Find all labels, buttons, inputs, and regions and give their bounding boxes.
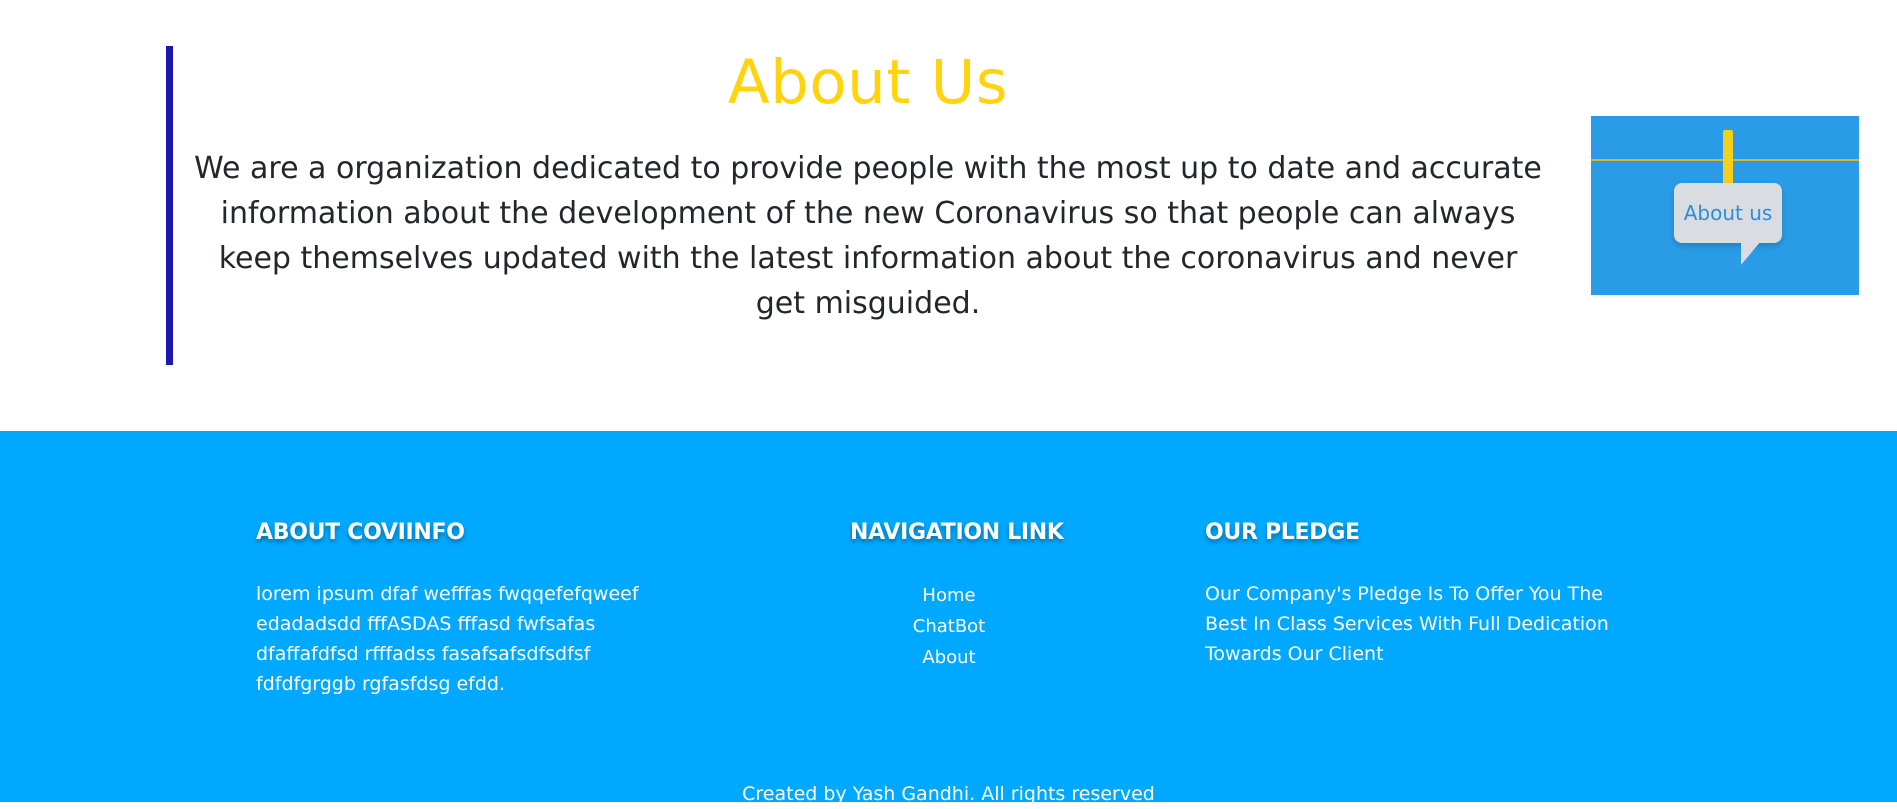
nav-link-chatbot[interactable]: ChatBot (850, 611, 1048, 642)
footer-about-text: lorem ipsum dfaf wefffas fwqqefefqweef e… (256, 583, 639, 695)
speech-bubble-icon: About us (1674, 183, 1782, 243)
image-label: About us (1683, 201, 1773, 225)
page-title: About Us (727, 47, 1009, 118)
nav-link-about[interactable]: About (850, 642, 1048, 673)
about-description: We are a organization dedicated to provi… (194, 151, 1542, 321)
footer-pledge-text: Our Company's Pledge Is To Offer You The… (1205, 583, 1609, 665)
accent-bar (166, 46, 173, 365)
copyright-text: Created by Yash Gandhi. All rights reser… (742, 783, 1155, 805)
nav-link-home[interactable]: Home (850, 580, 1048, 611)
speech-bubble-tail (1741, 241, 1761, 265)
footer-about-heading: ABOUT COVIINFO (256, 520, 465, 545)
about-section: About Us We are a organization dedicated… (0, 0, 1897, 431)
about-us-image: About us (1591, 116, 1859, 295)
footer-pledge-heading: OUR PLEDGE (1205, 520, 1360, 545)
footer-nav-heading: NAVIGATION LINK (850, 520, 1064, 545)
footer-nav-list: Home ChatBot About (850, 580, 1048, 673)
footer: ABOUT COVIINFO lorem ipsum dfaf wefffas … (0, 431, 1897, 805)
